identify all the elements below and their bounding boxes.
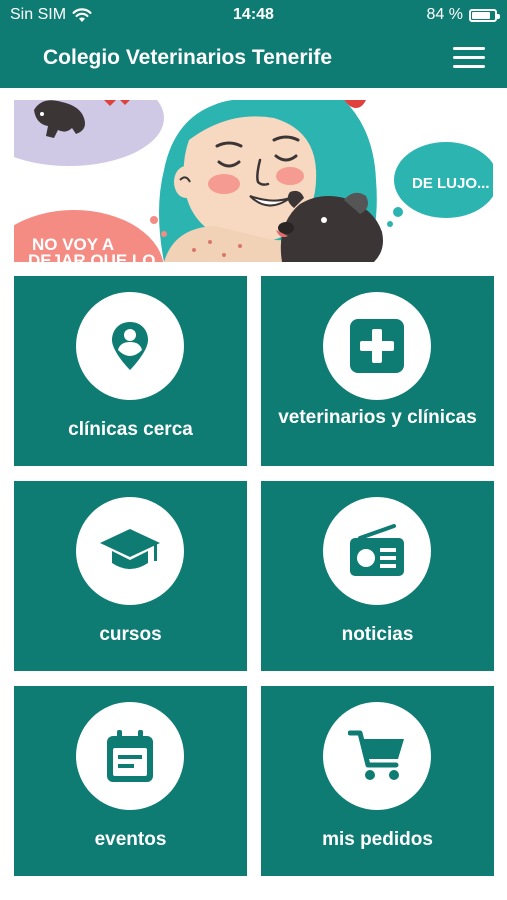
app-header: Colegio Veterinarios Tenerife <box>0 32 507 88</box>
banner-illustration: NO VOY A DEJAR QUE LO DE LUJO... <box>14 100 493 262</box>
status-bar: Sin SIM 14:48 84 % <box>0 0 507 32</box>
banner-art: NO VOY A DEJAR QUE LO DE LUJO... <box>14 100 493 262</box>
tile-label: clínicas cerca <box>68 419 193 440</box>
page-title: Colegio Veterinarios Tenerife <box>43 46 333 69</box>
radio-icon <box>350 524 404 576</box>
tile-icon-circle <box>76 702 184 810</box>
status-right: 84 % <box>426 6 500 24</box>
tile-label: cursos <box>99 624 162 645</box>
tile-icon-circle <box>76 497 184 605</box>
battery-fill <box>472 11 491 19</box>
tile-noticias[interactable]: noticias <box>261 481 494 671</box>
tile-label: veterinarios y clínicas <box>278 407 477 428</box>
tile-label: mis pedidos <box>322 829 433 850</box>
battery-percent: 84 % <box>426 6 463 23</box>
graduation-cap-icon <box>100 529 160 569</box>
calendar-icon <box>107 730 153 782</box>
battery-icon <box>469 8 500 22</box>
tile-icon-circle <box>76 292 184 400</box>
hamburger-menu-icon[interactable] <box>453 46 485 70</box>
medical-cross-icon <box>350 319 404 373</box>
tile-mis-pedidos[interactable]: mis pedidos <box>261 686 494 876</box>
tile-icon-circle <box>323 702 431 810</box>
tile-veterinarios-clinicas[interactable]: veterinarios y clínicas <box>261 276 494 466</box>
tile-icon-circle <box>323 497 431 605</box>
tile-eventos[interactable]: eventos <box>14 686 247 876</box>
tile-icon-circle <box>323 292 431 400</box>
bubble-right-text: DE LUJO... <box>412 175 490 192</box>
tile-label: eventos <box>94 829 167 850</box>
tile-clinicas-cerca[interactable]: clínicas cerca <box>14 276 247 466</box>
tile-cursos[interactable]: cursos <box>14 481 247 671</box>
location-pin-icon <box>112 322 148 370</box>
bubble-left-text-2: DEJAR QUE LO <box>28 251 156 262</box>
tile-label: noticias <box>341 624 414 645</box>
shopping-cart-icon <box>348 730 404 780</box>
